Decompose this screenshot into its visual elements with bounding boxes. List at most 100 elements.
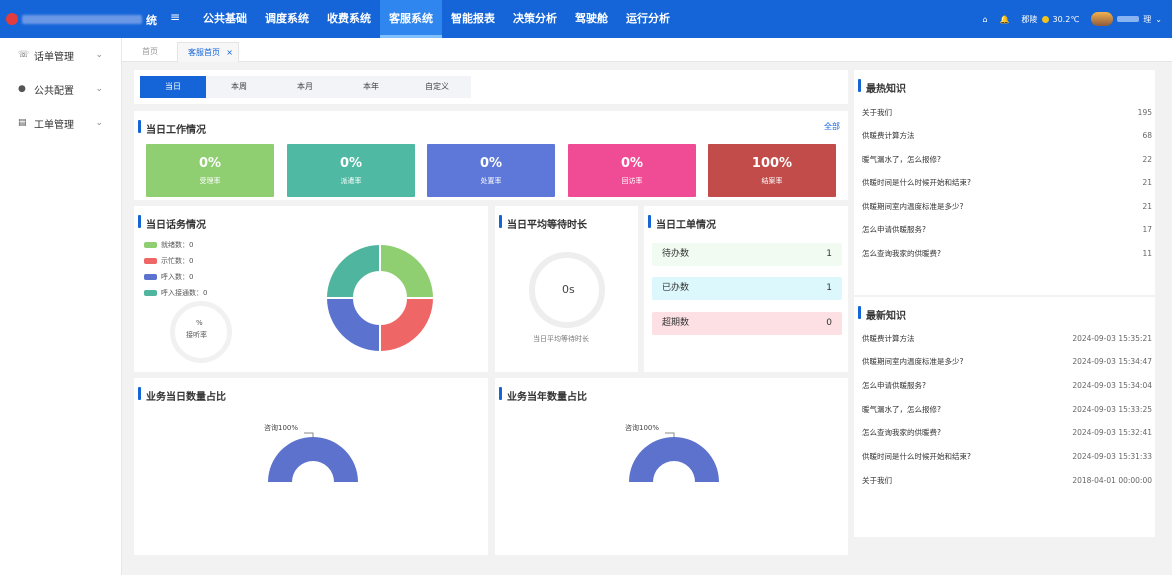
- knowledge-time: 2024-09-03 15:34:04: [1072, 381, 1152, 390]
- hot-knowledge-item[interactable]: 供暖期间室内温度标准是多少? 21: [862, 200, 1152, 214]
- hot-knowledge-item[interactable]: 怎么申请供暖服务? 17: [862, 223, 1152, 237]
- sidebar: ☏ 话单管理 ⌄ ● 公共配置 ⌄ ▤ 工单管理 ⌄: [0, 38, 122, 575]
- date-tab-today[interactable]: 当日: [140, 76, 206, 98]
- legend-label: 呼入数：0: [161, 273, 194, 281]
- donut-segment-incoming: [324, 297, 381, 354]
- user-menu[interactable]: 理 ⌄: [1091, 12, 1162, 26]
- tab-customer-service-home-label: 客服首页: [188, 48, 220, 57]
- latest-knowledge-item[interactable]: 暖气漏水了，怎么报修? 2024-09-03 15:33:25: [862, 403, 1152, 417]
- nav-decision-analysis[interactable]: 决策分析: [504, 0, 566, 38]
- order-label: 超期数: [662, 318, 690, 328]
- sun-icon: [1041, 15, 1049, 23]
- date-filter-panel: 当日 本周 本月 本年 自定义: [134, 70, 848, 104]
- nav-smart-reports[interactable]: 智能报表: [442, 0, 504, 38]
- order-label: 待办数: [662, 249, 690, 259]
- latest-knowledge-item[interactable]: 供暖费计算方法 2024-09-03 15:35:21: [862, 332, 1152, 346]
- nav-dispatch-system[interactable]: 调度系统: [256, 0, 318, 38]
- user-icon: ●: [18, 84, 26, 94]
- latest-knowledge-item[interactable]: 供暖时间是什么时候开始和结束? 2024-09-03 15:31:33: [862, 450, 1152, 464]
- legend-ready: 就绪数：0: [144, 240, 193, 250]
- average-wait-title: 当日平均等待时长: [499, 215, 587, 231]
- nav-charge-system[interactable]: 收费系统: [318, 0, 380, 38]
- hot-knowledge-item[interactable]: 供暖费计算方法 68: [862, 129, 1152, 143]
- stat-handling-rate[interactable]: 0% 处置率: [427, 144, 555, 197]
- date-tab-week[interactable]: 本周: [206, 76, 272, 98]
- legend-incoming: 呼入数：0: [144, 272, 193, 282]
- business-daily-semicircle-chart: [268, 432, 358, 482]
- completed-orders-card[interactable]: 已办数 1: [652, 277, 842, 300]
- calls-donut-chart: [324, 242, 436, 354]
- latest-knowledge-item[interactable]: 怎么查询我家的供暖费? 2024-09-03 15:32:41: [862, 426, 1152, 440]
- donut-segment-busy: [379, 297, 436, 354]
- knowledge-time: 2024-09-03 15:35:21: [1072, 334, 1152, 343]
- stat-label: 受理率: [199, 177, 221, 185]
- close-icon[interactable]: ×: [226, 43, 233, 63]
- system-name-suffix: 统: [146, 14, 157, 27]
- sidebar-item-call-records[interactable]: ☏ 话单管理 ⌄: [0, 38, 121, 72]
- user-name-suffix: 理: [1143, 14, 1152, 24]
- stat-return-visit-rate[interactable]: 0% 回访率: [568, 144, 696, 197]
- business-daily-title: 业务当日数量占比: [138, 387, 226, 403]
- average-wait-value: 0s: [562, 283, 575, 296]
- knowledge-hit-count: 11: [1142, 249, 1152, 258]
- knowledge-title: 供暖时间是什么时候开始和结束?: [862, 178, 971, 187]
- today-calls-title: 当日话务情况: [138, 215, 206, 231]
- knowledge-title: 暖气漏水了，怎么报修?: [862, 405, 941, 414]
- phone-icon: ☏: [18, 50, 30, 60]
- tab-home[interactable]: 首页: [132, 42, 168, 62]
- hot-knowledge-item[interactable]: 关于我们 195: [862, 106, 1152, 120]
- stat-closure-rate[interactable]: 100% 结案率: [708, 144, 836, 197]
- legend-label: 呼入接通数：0: [161, 289, 208, 297]
- latest-knowledge-item[interactable]: 怎么申请供暖服务? 2024-09-03 15:34:04: [862, 379, 1152, 393]
- chevron-down-icon: ⌄: [95, 50, 103, 60]
- sidebar-item-work-orders[interactable]: ▤ 工单管理 ⌄: [0, 106, 121, 140]
- business-yearly-title: 业务当年数量占比: [499, 387, 587, 403]
- shirt-icon[interactable]: ⌂: [982, 15, 987, 24]
- nav-public-basic[interactable]: 公共基础: [194, 0, 256, 38]
- business-daily-panel: 业务当日数量占比 咨询100%: [134, 378, 488, 555]
- stat-acceptance-rate[interactable]: 0% 受理率: [146, 144, 274, 197]
- date-tab-year[interactable]: 本年: [338, 76, 404, 98]
- business-yearly-semicircle-chart: [629, 432, 719, 482]
- tab-customer-service-home[interactable]: 客服首页 ×: [177, 42, 239, 62]
- overdue-orders-card[interactable]: 超期数 0: [652, 312, 842, 335]
- pending-orders-card[interactable]: 待办数 1: [652, 243, 842, 266]
- hot-knowledge-item[interactable]: 怎么查询我家的供暖费? 11: [862, 247, 1152, 261]
- stat-dispatch-rate[interactable]: 0% 派遣率: [287, 144, 415, 197]
- donut-segment-ready: [379, 242, 436, 299]
- latest-knowledge-item[interactable]: 供暖期间室内温度标准是多少? 2024-09-03 15:34:47: [862, 355, 1152, 369]
- legend-swatch: [144, 290, 157, 296]
- date-tab-month[interactable]: 本月: [272, 76, 338, 98]
- knowledge-hit-count: 68: [1142, 131, 1152, 140]
- knowledge-title: 供暖时间是什么时候开始和结束?: [862, 452, 971, 461]
- legend-swatch: [144, 258, 157, 264]
- nav-cockpit[interactable]: 驾驶舱: [566, 0, 617, 38]
- bell-icon[interactable]: 🔔: [1000, 15, 1010, 24]
- document-icon: ▤: [18, 118, 27, 128]
- stat-value: 0%: [339, 156, 363, 171]
- date-tab-custom[interactable]: 自定义: [404, 76, 470, 98]
- avatar: [1091, 12, 1114, 26]
- knowledge-title: 怎么查询我家的供暖费?: [862, 249, 941, 258]
- weather-widget: 郡陵 30.2℃: [1022, 14, 1080, 25]
- nav-customer-service-system[interactable]: 客服系统: [380, 0, 442, 38]
- order-count: 1: [826, 283, 832, 293]
- legend-busy: 示忙数：0: [144, 256, 193, 266]
- order-label: 已办数: [662, 283, 690, 293]
- business-yearly-panel: 业务当年数量占比 咨询100%: [495, 378, 848, 555]
- menu-toggle-icon[interactable]: ≡: [170, 10, 180, 24]
- latest-knowledge-item[interactable]: 关于我们 2018-04-01 00:00:00: [862, 474, 1152, 488]
- average-wait-panel: 当日平均等待时长 0s 当日平均等待时长: [495, 206, 638, 372]
- sidebar-item-public-config[interactable]: ● 公共配置 ⌄: [0, 72, 121, 106]
- knowledge-hit-count: 17: [1142, 225, 1152, 234]
- nav-operation-analysis[interactable]: 运行分析: [617, 0, 679, 38]
- chevron-down-icon: ⌄: [95, 118, 103, 128]
- knowledge-hit-count: 195: [1137, 108, 1152, 117]
- knowledge-title: 怎么申请供暖服务?: [862, 225, 926, 234]
- legend-label: 就绪数：0: [161, 241, 194, 249]
- latest-knowledge-title: 最新知识: [858, 306, 906, 322]
- hot-knowledge-item[interactable]: 暖气漏水了，怎么报修? 22: [862, 153, 1152, 167]
- all-link[interactable]: 全部: [824, 121, 840, 132]
- hot-knowledge-item[interactable]: 供暖时间是什么时候开始和结束? 21: [862, 176, 1152, 190]
- knowledge-title: 关于我们: [862, 476, 892, 485]
